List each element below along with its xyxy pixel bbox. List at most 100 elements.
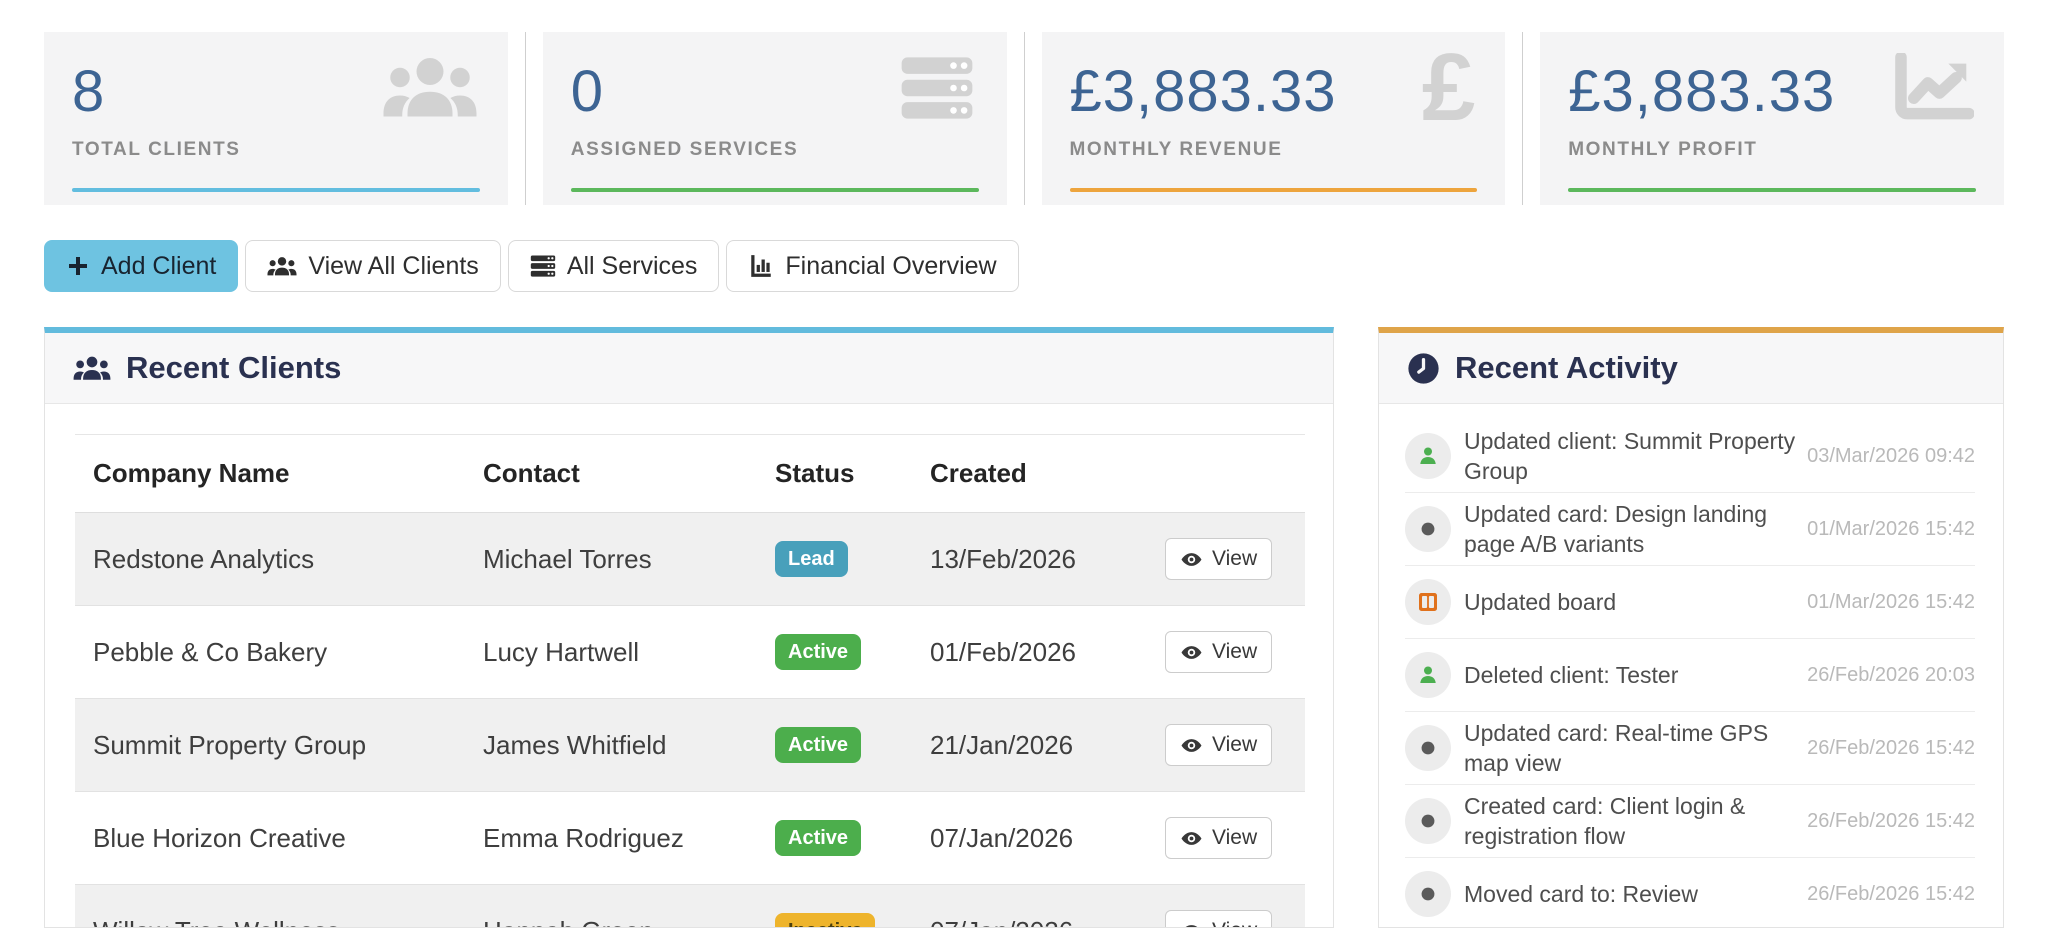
recent-activity-title: Recent Activity (1455, 350, 1678, 386)
stat-label: TOTAL CLIENTS (72, 139, 480, 161)
activity-timestamp: 01/Mar/2026 15:42 (1797, 518, 1975, 541)
view-button-label: View (1212, 733, 1257, 757)
all-services-button[interactable]: All Services (508, 240, 720, 292)
column-company-name: Company Name (75, 435, 465, 513)
server-icon (530, 254, 556, 278)
recent-clients-header: Recent Clients (45, 333, 1333, 404)
users-icon (73, 354, 111, 383)
bar-chart-icon (748, 253, 774, 279)
status-badge: Inactive (775, 913, 875, 928)
activity-text: Deleted client: Tester (1464, 660, 1797, 690)
activity-text: Updated client: Summit Property Group (1464, 426, 1797, 487)
eye-icon (1180, 920, 1203, 928)
view-button-label: View (1212, 919, 1257, 928)
activity-list: Updated client: Summit Property Group 03… (1379, 404, 2003, 928)
financial-overview-button[interactable]: Financial Overview (726, 240, 1018, 292)
view-all-clients-button[interactable]: View All Clients (245, 240, 500, 292)
recent-clients-title: Recent Clients (126, 350, 341, 386)
recent-clients-panel: Recent Clients Company Name Contact Stat… (44, 327, 1334, 928)
stat-value: £3,883.33 (1070, 62, 1478, 123)
eye-icon (1180, 827, 1203, 850)
eye-icon (1180, 641, 1203, 664)
stat-divider (525, 32, 526, 205)
activity-item: Updated card: Real-time GPS map view 26/… (1405, 712, 1975, 785)
view-button[interactable]: View (1165, 817, 1272, 859)
activity-text: Updated card: Real-time GPS map view (1464, 718, 1797, 779)
stat-divider (1522, 32, 1523, 205)
activity-timestamp: 26/Feb/2026 20:03 (1797, 664, 1975, 687)
chart-line-icon (1892, 48, 1974, 128)
card-icon (1405, 798, 1451, 844)
eye-icon (1180, 734, 1203, 757)
activity-item: Deleted client: Tester 26/Feb/2026 20:03 (1405, 639, 1975, 712)
client-row: Summit Property Group James Whitfield Ac… (75, 699, 1305, 792)
activity-timestamp: 26/Feb/2026 15:42 (1797, 810, 1975, 833)
plus-icon (66, 254, 90, 278)
activity-timestamp: 26/Feb/2026 15:42 (1797, 737, 1975, 760)
stat-label: MONTHLY REVENUE (1070, 139, 1478, 161)
view-button-label: View (1212, 640, 1257, 664)
stat-accent-bar (571, 188, 979, 192)
activity-text: Updated board (1464, 587, 1797, 617)
board-icon (1405, 579, 1451, 625)
stat-divider (1024, 32, 1025, 205)
eye-icon (1180, 548, 1203, 571)
card-icon (1405, 725, 1451, 771)
company-name-cell: Blue Horizon Creative (75, 792, 465, 885)
created-cell: 13/Feb/2026 (912, 513, 1147, 606)
company-name-cell: Summit Property Group (75, 699, 465, 792)
column-actions (1147, 435, 1305, 513)
add-client-button[interactable]: Add Client (44, 240, 238, 292)
toolbar: Add Client View All Clients All Services… (44, 240, 2004, 292)
activity-item: Created card: Client login & registratio… (1405, 785, 1975, 858)
clients-table-container: Company Name Contact Status Created Reds… (45, 404, 1333, 928)
server-icon (897, 48, 977, 128)
client-row: Willow Tree Wellness Hannah Green Inacti… (75, 885, 1305, 928)
view-button-label: View (1212, 547, 1257, 571)
activity-timestamp: 26/Feb/2026 15:42 (1797, 883, 1975, 906)
stat-card: 8 TOTAL CLIENTS (44, 32, 508, 205)
table-header-row: Company Name Contact Status Created (75, 435, 1305, 513)
recent-activity-header: Recent Activity (1379, 333, 2003, 404)
activity-item: Updated card: Design landing page A/B va… (1405, 493, 1975, 566)
client-row: Redstone Analytics Michael Torres Lead 1… (75, 513, 1305, 606)
contact-cell: James Whitfield (465, 699, 757, 792)
contact-cell: Lucy Hartwell (465, 606, 757, 699)
clients-table: Company Name Contact Status Created Reds… (75, 434, 1305, 928)
add-client-label: Add Client (101, 252, 216, 281)
column-created: Created (912, 435, 1147, 513)
dashboard-page: 8 TOTAL CLIENTS 0 ASSIGNED SERVICES £3,8… (0, 0, 2048, 928)
status-badge: Active (775, 727, 861, 763)
recent-activity-panel: Recent Activity Updated client: Summit P… (1378, 327, 2004, 928)
view-button[interactable]: View (1165, 910, 1272, 928)
contact-cell: Hannah Green (465, 885, 757, 928)
stat-card: £3,883.33 MONTHLY REVENUE (1042, 32, 1506, 205)
contact-cell: Michael Torres (465, 513, 757, 606)
activity-text: Moved card to: Review (1464, 879, 1797, 909)
users-icon (382, 48, 478, 128)
card-icon (1405, 506, 1451, 552)
stats-row: 8 TOTAL CLIENTS 0 ASSIGNED SERVICES £3,8… (44, 32, 2004, 205)
card-icon (1405, 871, 1451, 917)
stat-label: MONTHLY PROFIT (1568, 139, 1976, 161)
view-button[interactable]: View (1165, 724, 1272, 766)
activity-text: Updated card: Design landing page A/B va… (1464, 499, 1797, 560)
panels-row: Recent Clients Company Name Contact Stat… (44, 327, 2004, 928)
clock-icon (1407, 352, 1440, 385)
all-services-label: All Services (567, 252, 698, 281)
contact-cell: Emma Rodriguez (465, 792, 757, 885)
view-button[interactable]: View (1165, 631, 1272, 673)
created-cell: 01/Feb/2026 (912, 606, 1147, 699)
column-contact: Contact (465, 435, 757, 513)
view-button[interactable]: View (1165, 538, 1272, 580)
status-badge: Active (775, 634, 861, 670)
view-button-label: View (1212, 826, 1257, 850)
activity-text: Created card: Client login & registratio… (1464, 791, 1797, 852)
activity-item: Moved card to: Review 26/Feb/2026 15:42 (1405, 858, 1975, 928)
status-badge: Active (775, 820, 861, 856)
financial-overview-label: Financial Overview (785, 252, 996, 281)
users-icon (267, 255, 297, 278)
activity-item: Updated board 01/Mar/2026 15:42 (1405, 566, 1975, 639)
client-row: Blue Horizon Creative Emma Rodriguez Act… (75, 792, 1305, 885)
status-badge: Lead (775, 541, 848, 577)
